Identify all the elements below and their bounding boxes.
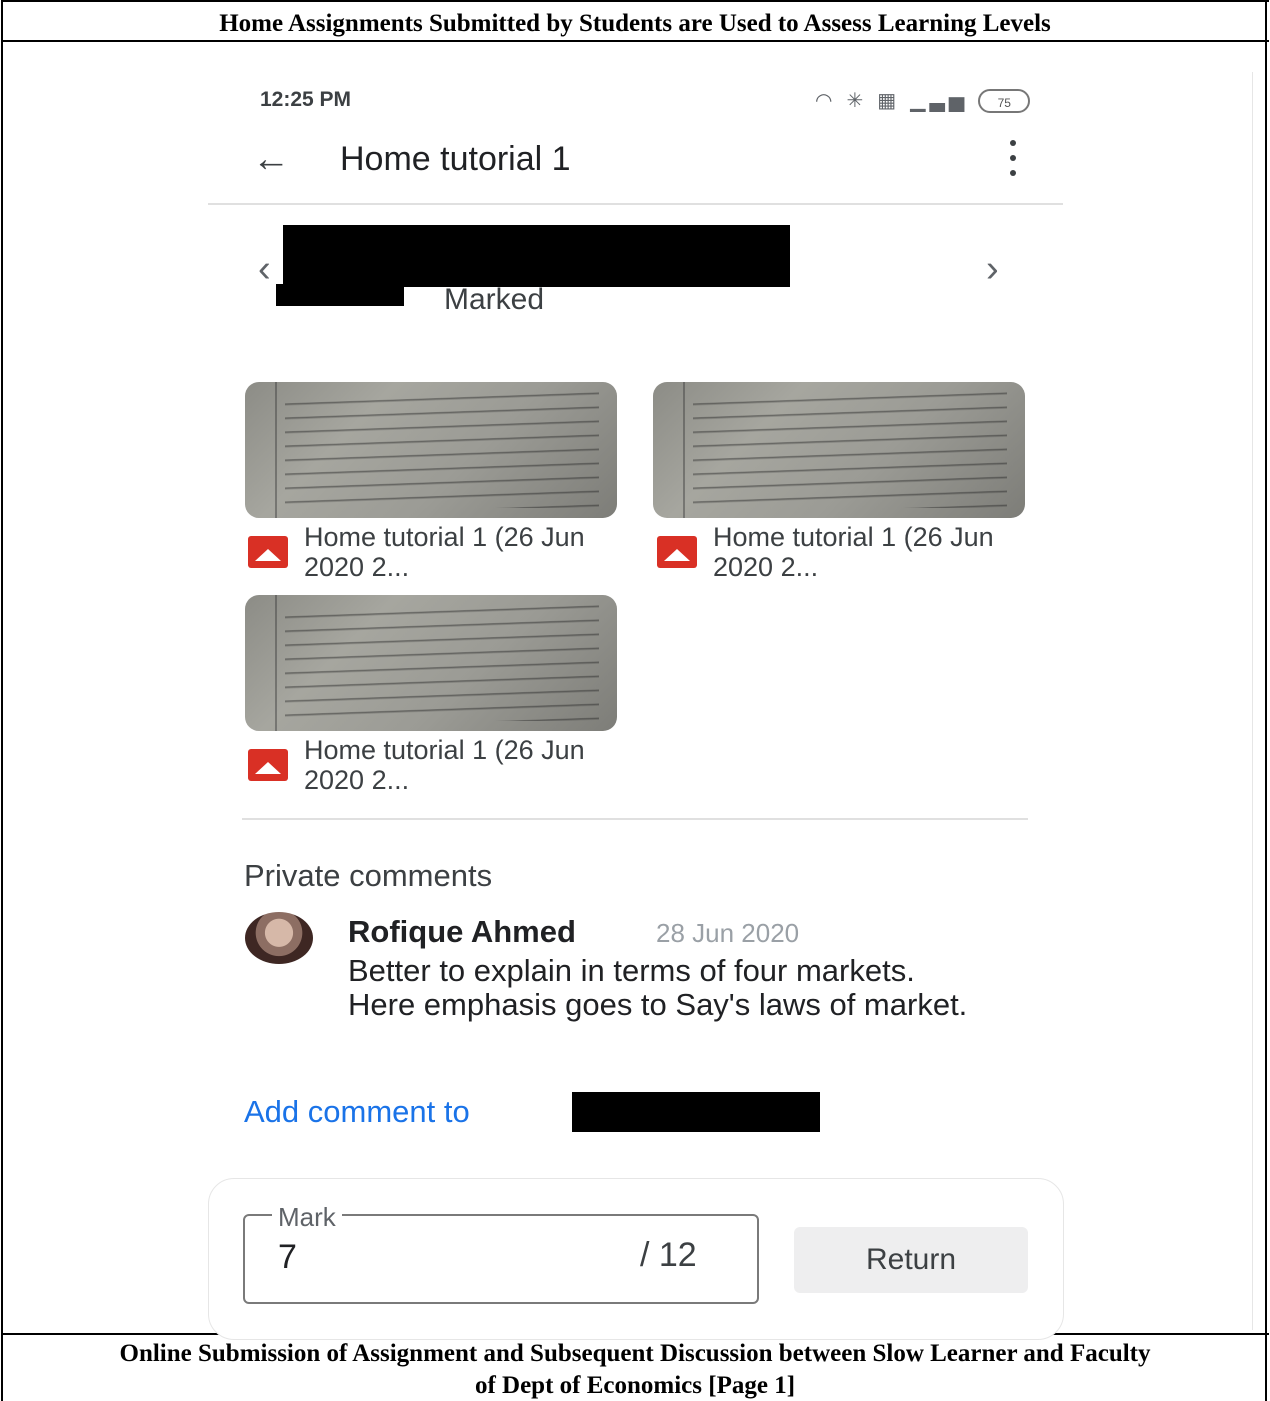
page-title: Home tutorial 1 <box>340 140 571 178</box>
attachment-thumbnail[interactable] <box>245 595 617 731</box>
attachment-thumbnail[interactable] <box>653 382 1025 518</box>
attachment-name: Home tutorial 1 (26 Jun 2020 2... <box>713 522 994 582</box>
attachment-name: Home tutorial 1 (26 Jun 2020 2... <box>304 522 585 582</box>
kebab-dot <box>1010 170 1016 176</box>
app-bar-divider <box>208 203 1063 205</box>
comment-date: 28 Jun 2020 <box>656 918 800 948</box>
next-student-chevron-icon[interactable]: › <box>986 248 999 291</box>
mark-value[interactable]: 7 <box>278 1238 297 1277</box>
attachment-name: Home tutorial 1 (26 Jun 2020 2... <box>304 735 585 795</box>
attachment-file[interactable]: Home tutorial 1 (26 Jun 2020 2... <box>248 735 624 795</box>
data-saver-icon: ▦ <box>877 90 901 112</box>
comment-text: Better to explain in terms of four marke… <box>348 953 968 1022</box>
signal-icon: ▁▃▅ <box>910 90 969 112</box>
redacted-recipient-name <box>572 1092 820 1132</box>
bluetooth-icon: ✳ <box>846 90 868 112</box>
comment-author: Rofique Ahmed <box>348 914 576 949</box>
add-comment-link[interactable]: Add comment to <box>244 1094 470 1130</box>
private-comments-heading: Private comments <box>244 858 493 893</box>
figure-caption-line-2: of Dept of Economics [Page 1] <box>474 1372 796 1399</box>
back-arrow-icon[interactable]: ← <box>252 135 290 183</box>
kebab-dot <box>1010 155 1016 161</box>
more-options-icon[interactable] <box>1006 140 1020 176</box>
figure-caption-line-1: Online Submission of Assignment and Subs… <box>119 1340 1151 1367</box>
image-file-icon <box>657 536 697 568</box>
wifi-icon: ◠ <box>815 90 837 112</box>
battery-icon: 75 <box>978 88 1031 113</box>
section-divider <box>242 818 1028 820</box>
status-time: 12:25 PM <box>260 88 352 111</box>
attachment-file[interactable]: Home tutorial 1 (26 Jun 2020 2... <box>248 522 624 582</box>
redacted-student-name <box>283 225 790 287</box>
status-icons: ◠ ✳ ▦ ▁▃▅ 75 <box>815 88 1031 113</box>
previous-student-chevron-icon[interactable]: ‹ <box>258 248 271 291</box>
table-row-divider <box>1 40 1269 42</box>
image-file-icon <box>248 536 288 568</box>
redacted-student-detail <box>276 284 404 306</box>
return-button[interactable]: Return <box>794 1227 1028 1293</box>
attachment-file[interactable]: Home tutorial 1 (26 Jun 2020 2... <box>657 522 1033 582</box>
mark-total: / 12 <box>640 1236 697 1274</box>
screenshot-edge <box>1252 72 1253 1330</box>
image-file-icon <box>248 749 288 781</box>
mark-field-label: Mark <box>272 1202 342 1233</box>
attachment-thumbnail[interactable] <box>245 382 617 518</box>
kebab-dot <box>1010 140 1016 146</box>
submission-status: Marked <box>444 283 545 316</box>
avatar <box>245 912 313 964</box>
table-top-border <box>1 0 1269 2</box>
document-heading: Home Assignments Submitted by Students a… <box>219 10 1051 37</box>
